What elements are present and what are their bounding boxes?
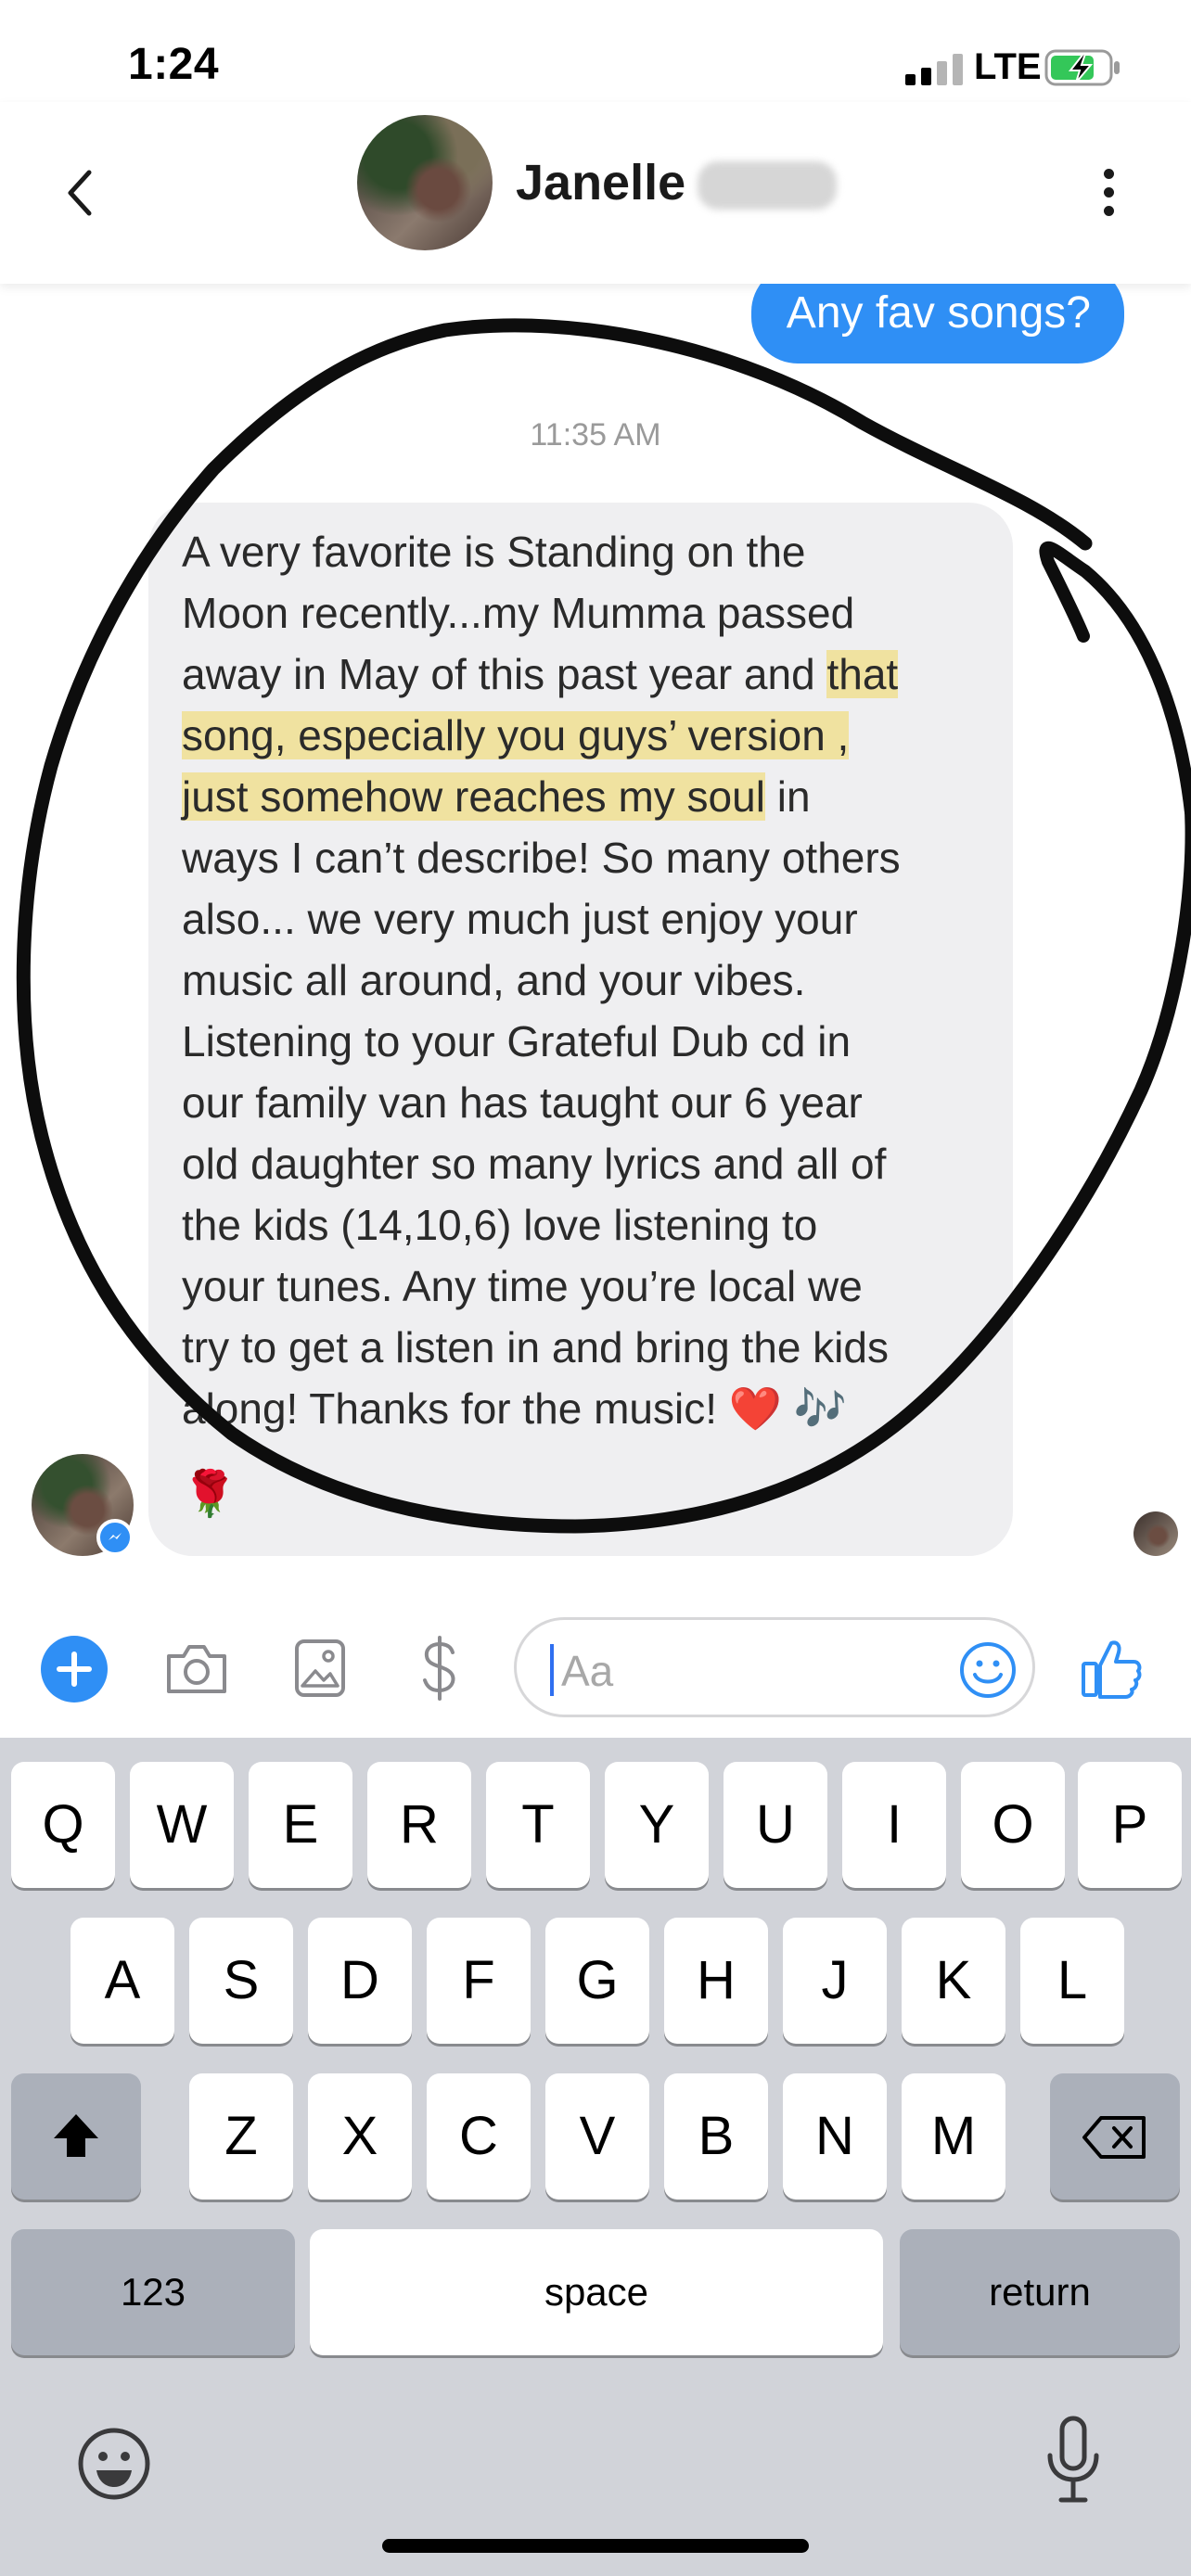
key-h[interactable]: H <box>664 1918 768 2044</box>
plus-icon[interactable] <box>41 1636 108 1702</box>
key-n[interactable]: N <box>783 2073 887 2200</box>
message-text-part: in ways I can’t describe! So many others… <box>182 772 901 1433</box>
message-text-part: A very favorite is Standing on the Moon … <box>182 528 855 698</box>
key-k[interactable]: K <box>902 1918 1005 2044</box>
return-key[interactable]: return <box>900 2229 1180 2355</box>
delete-key[interactable] <box>1050 2073 1180 2200</box>
home-indicator <box>382 2539 809 2553</box>
network-label: LTE <box>974 46 1042 87</box>
key-b[interactable]: B <box>664 2073 768 2200</box>
key-f[interactable]: F <box>427 1918 531 2044</box>
key-g[interactable]: G <box>545 1918 649 2044</box>
key-o[interactable]: O <box>961 1762 1065 1888</box>
messenger-badge-icon <box>96 1519 134 1556</box>
contact-avatar[interactable] <box>357 115 493 250</box>
emoji-icon[interactable] <box>958 1640 1018 1700</box>
key-w[interactable]: W <box>130 1762 234 1888</box>
received-message-bubble[interactable]: A very favorite is Standing on the Moon … <box>148 503 1013 1556</box>
cellular-signal-icon <box>905 54 965 85</box>
backspace-icon <box>1082 2116 1146 2159</box>
key-q[interactable]: Q <box>11 1762 115 1888</box>
input-placeholder: Aa <box>561 1647 614 1695</box>
received-message-text: A very favorite is Standing on the Moon … <box>182 521 998 1439</box>
microphone-icon[interactable] <box>1041 2413 1106 2507</box>
key-u[interactable]: U <box>724 1762 827 1888</box>
message-input[interactable]: Aa <box>514 1617 1035 1717</box>
camera-icon[interactable] <box>163 1641 230 1697</box>
keyboard: Q W E R T Y U I O P A S D F G H J K L Z … <box>0 1738 1191 2576</box>
shift-arrow-icon <box>54 2114 98 2157</box>
image-icon[interactable] <box>293 1638 347 1699</box>
battery-charging-icon <box>1044 49 1120 86</box>
key-l[interactable]: L <box>1020 1918 1124 2044</box>
key-m[interactable]: M <box>902 2073 1005 2200</box>
numbers-key[interactable]: 123 <box>11 2229 295 2355</box>
key-v[interactable]: V <box>545 2073 649 2200</box>
rose-emoji: 🌹 <box>182 1470 237 1519</box>
message-timestamp: 11:35 AM <box>530 417 661 453</box>
back-chevron-icon[interactable] <box>56 156 102 230</box>
sent-message-bubble[interactable]: Any fav songs? <box>750 284 1124 363</box>
thumbs-up-icon[interactable] <box>1078 1636 1145 1701</box>
key-s[interactable]: S <box>189 1918 293 2044</box>
chat-header: Janelle <box>0 102 1191 284</box>
key-r[interactable]: R <box>367 1762 471 1888</box>
key-i[interactable]: I <box>842 1762 946 1888</box>
conversation-area[interactable]: Any fav songs? 11:35 AM A very favorite … <box>0 284 1191 1600</box>
more-options-icon[interactable] <box>1091 159 1128 224</box>
redacted-surname <box>698 161 837 210</box>
key-z[interactable]: Z <box>189 2073 293 2200</box>
key-y[interactable]: Y <box>605 1762 709 1888</box>
dollar-icon[interactable] <box>419 1634 460 1702</box>
key-d[interactable]: D <box>308 1918 412 2044</box>
key-t[interactable]: T <box>486 1762 590 1888</box>
key-a[interactable]: A <box>70 1918 174 2044</box>
text-caret <box>550 1644 554 1696</box>
key-p[interactable]: P <box>1078 1762 1182 1888</box>
shift-key[interactable] <box>11 2073 141 2200</box>
key-j[interactable]: J <box>783 1918 887 2044</box>
read-receipt-avatar <box>1133 1511 1178 1556</box>
contact-name[interactable]: Janelle <box>516 154 685 211</box>
space-key[interactable]: space <box>310 2229 883 2355</box>
key-x[interactable]: X <box>308 2073 412 2200</box>
key-c[interactable]: C <box>427 2073 531 2200</box>
composer-bar: Aa <box>0 1600 1191 1738</box>
status-time: 1:24 <box>128 40 220 89</box>
emoji-keyboard-icon[interactable] <box>74 2424 154 2504</box>
key-e[interactable]: E <box>249 1762 352 1888</box>
